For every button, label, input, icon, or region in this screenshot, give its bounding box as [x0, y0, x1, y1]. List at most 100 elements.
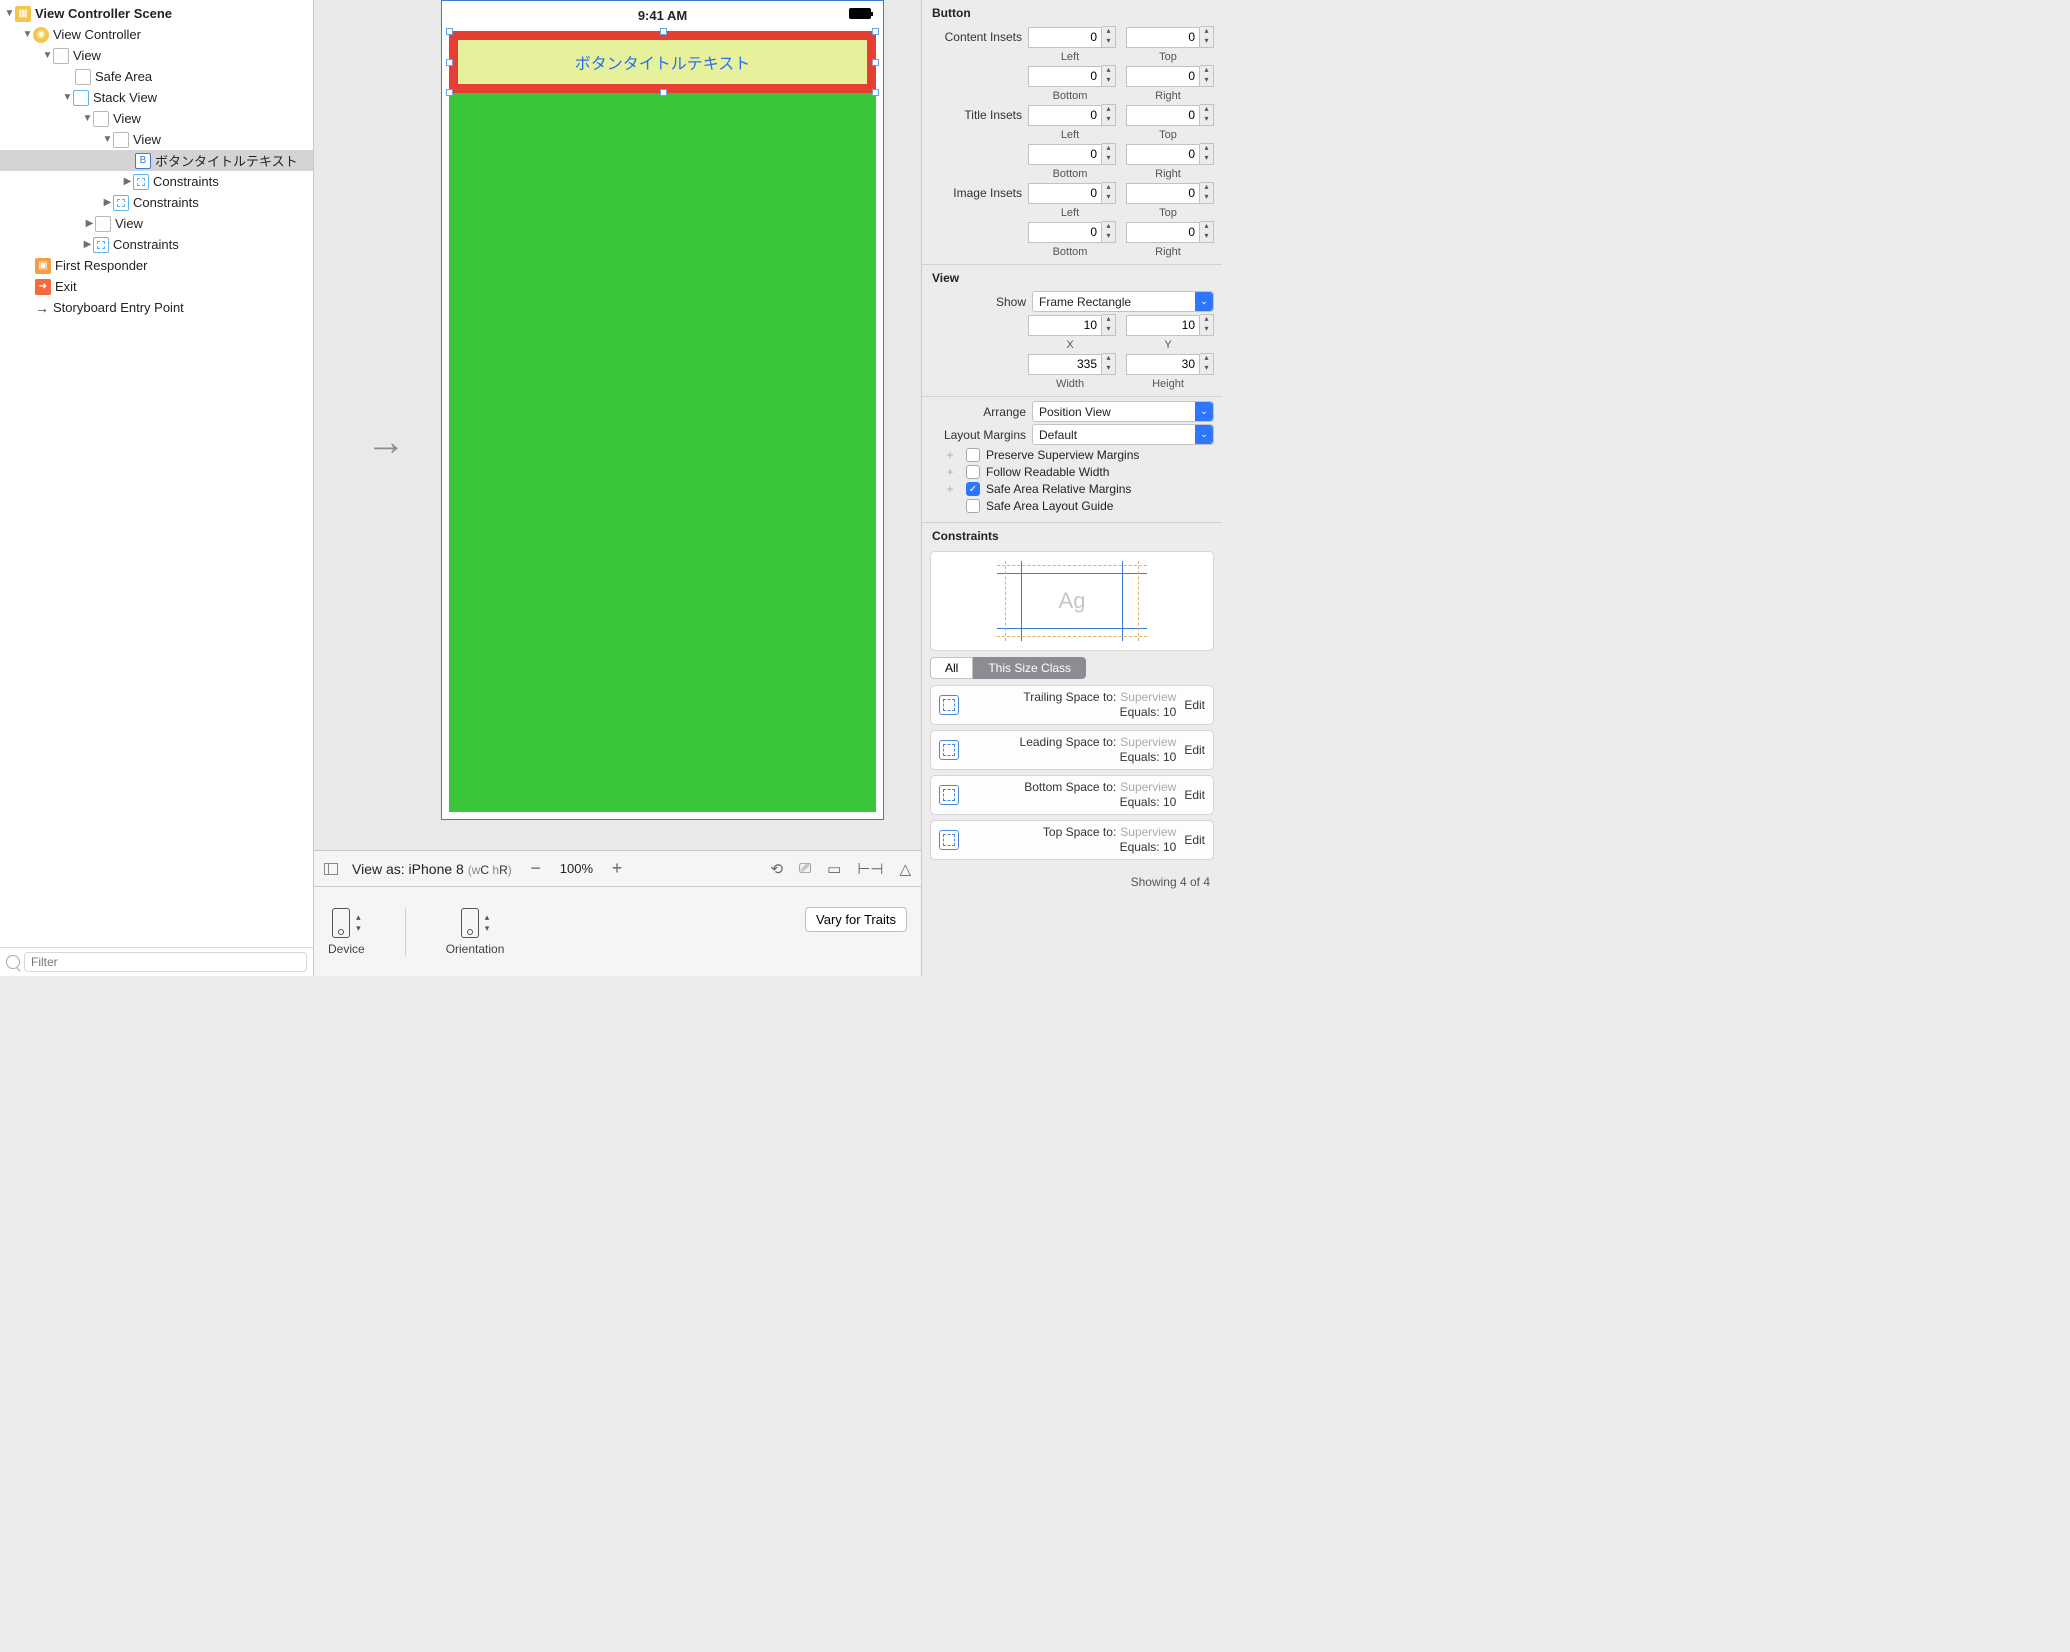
disclosure-icon[interactable]: ▼	[4, 8, 15, 19]
title-left-input[interactable]	[1028, 105, 1102, 126]
title-left-field[interactable]: ▴▾	[1028, 104, 1116, 126]
checkbox-readable[interactable]	[966, 465, 980, 479]
image-bottom-input[interactable]	[1028, 222, 1102, 243]
disclosure-icon[interactable]: ▶	[82, 239, 93, 250]
seg-this-class[interactable]: This Size Class	[973, 657, 1086, 679]
orientation-cell[interactable]: ▴▾ Orientation	[446, 908, 505, 956]
y-input[interactable]	[1126, 315, 1200, 336]
checkbox-safe-relative[interactable]: ✓	[966, 482, 980, 496]
tree-row-inner3[interactable]: ▶View	[0, 213, 313, 234]
tree-row-inner1[interactable]: ▼View	[0, 108, 313, 129]
resize-handle[interactable]	[660, 89, 667, 96]
resolve-icon[interactable]: △	[899, 860, 911, 878]
disclosure-icon[interactable]: ▼	[42, 50, 53, 61]
filter-input[interactable]	[24, 952, 307, 972]
resize-handle[interactable]	[660, 28, 667, 35]
content-bottom-field[interactable]: ▴▾	[1028, 65, 1116, 87]
tree-row-exit[interactable]: ➜Exit	[0, 276, 313, 297]
stepper-icon[interactable]: ▴▾	[1102, 353, 1116, 375]
disclosure-icon[interactable]: ▼	[82, 113, 93, 124]
zoom-in-button[interactable]: +	[607, 858, 627, 879]
device-frame[interactable]: 9:41 AM ボタンタイトルテキスト	[441, 0, 884, 820]
outline-toggle-icon[interactable]	[324, 863, 338, 875]
tree-row-stack[interactable]: ▼Stack View	[0, 87, 313, 108]
tree-row-inner2[interactable]: ▼View	[0, 129, 313, 150]
arrange-select[interactable]: Position View⌄	[1032, 401, 1214, 422]
x-input[interactable]	[1028, 315, 1102, 336]
image-top-field[interactable]: ▴▾	[1126, 182, 1214, 204]
constraint-edit-button[interactable]: Edit	[1184, 698, 1205, 712]
seg-all[interactable]: All	[930, 657, 973, 679]
image-left-field[interactable]: ▴▾	[1028, 182, 1116, 204]
width-field[interactable]: ▴▾	[1028, 353, 1116, 375]
constraint-row[interactable]: Leading Space to:SuperviewEquals: 10Edit	[930, 730, 1214, 770]
title-top-field[interactable]: ▴▾	[1126, 104, 1214, 126]
canvas-area[interactable]: → 9:41 AM ボタンタイトルテキスト	[314, 0, 921, 850]
disclosure-icon[interactable]: ▶	[102, 197, 113, 208]
tree-row-first[interactable]: ▣First Responder	[0, 255, 313, 276]
embed-icon[interactable]: ⎚	[799, 860, 811, 878]
image-bottom-field[interactable]: ▴▾	[1028, 221, 1116, 243]
resize-handle[interactable]	[446, 59, 453, 66]
stepper-icon[interactable]: ▴▾	[1200, 26, 1214, 48]
constraint-edit-button[interactable]: Edit	[1184, 788, 1205, 802]
stepper-icon[interactable]: ▴▾	[1102, 26, 1116, 48]
selected-button[interactable]: ボタンタイトルテキスト	[458, 40, 867, 84]
title-bottom-field[interactable]: ▴▾	[1028, 143, 1116, 165]
checkbox-preserve[interactable]	[966, 448, 980, 462]
tree-row-entry[interactable]: →Storyboard Entry Point	[0, 297, 313, 318]
content-top-input[interactable]	[1126, 27, 1200, 48]
constraint-edit-button[interactable]: Edit	[1184, 743, 1205, 757]
add-trait-icon[interactable]: +	[940, 448, 960, 462]
selected-view[interactable]: ボタンタイトルテキスト	[449, 31, 876, 111]
disclosure-icon[interactable]: ▶	[122, 176, 133, 187]
tree-row-safearea[interactable]: Safe Area	[0, 66, 313, 87]
tree-row-vc[interactable]: ▼◉View Controller	[0, 24, 313, 45]
content-right-field[interactable]: ▴▾	[1126, 65, 1214, 87]
stepper-icon[interactable]: ▴▾	[1200, 353, 1214, 375]
stepper-icon[interactable]: ▴▾	[356, 912, 361, 934]
disclosure-icon[interactable]: ▼	[22, 29, 33, 40]
stepper-icon[interactable]: ▴▾	[1102, 104, 1116, 126]
title-right-input[interactable]	[1126, 144, 1200, 165]
layout-margins-select[interactable]: Default⌄	[1032, 424, 1214, 445]
add-trait-icon[interactable]: +	[940, 482, 960, 496]
constraint-edit-button[interactable]: Edit	[1184, 833, 1205, 847]
tree-row-constraints2[interactable]: ▶Constraints	[0, 192, 313, 213]
align-icon[interactable]: ▭	[827, 860, 841, 878]
resize-handle[interactable]	[872, 89, 879, 96]
constraints-diagram[interactable]: Ag	[930, 551, 1214, 651]
constraint-row[interactable]: Trailing Space to:SuperviewEquals: 10Edi…	[930, 685, 1214, 725]
disclosure-icon[interactable]: ▼	[62, 92, 73, 103]
content-left-input[interactable]	[1028, 27, 1102, 48]
filter-icon[interactable]	[6, 955, 20, 969]
vary-for-traits-button[interactable]: Vary for Traits	[805, 907, 907, 932]
stepper-icon[interactable]: ▴▾	[1102, 182, 1116, 204]
resize-handle[interactable]	[446, 28, 453, 35]
device-cell[interactable]: ▴▾ Device	[328, 908, 406, 956]
resize-handle[interactable]	[446, 89, 453, 96]
tree-row-view[interactable]: ▼View	[0, 45, 313, 66]
image-left-input[interactable]	[1028, 183, 1102, 204]
view-as-label[interactable]: View as: iPhone 8 (wC hR)	[352, 861, 512, 877]
content-top-field[interactable]: ▴▾	[1126, 26, 1214, 48]
resize-handle[interactable]	[872, 28, 879, 35]
constraint-row[interactable]: Bottom Space to:SuperviewEquals: 10Edit	[930, 775, 1214, 815]
title-bottom-input[interactable]	[1028, 144, 1102, 165]
pin-icon[interactable]: ⊢⊣	[857, 860, 883, 878]
height-input[interactable]	[1126, 354, 1200, 375]
stepper-icon[interactable]: ▴▾	[1200, 314, 1214, 336]
disclosure-icon[interactable]: ▶	[84, 218, 95, 229]
resize-handle[interactable]	[872, 59, 879, 66]
stepper-icon[interactable]: ▴▾	[1102, 221, 1116, 243]
constraint-row[interactable]: Top Space to:SuperviewEquals: 10Edit	[930, 820, 1214, 860]
tree-row-button[interactable]: Bボタンタイトルテキスト	[0, 150, 313, 171]
title-top-input[interactable]	[1126, 105, 1200, 126]
stepper-icon[interactable]: ▴▾	[1102, 65, 1116, 87]
tree-row-constraints3[interactable]: ▶Constraints	[0, 234, 313, 255]
stepper-icon[interactable]: ▴▾	[485, 912, 490, 934]
stepper-icon[interactable]: ▴▾	[1200, 182, 1214, 204]
add-trait-icon[interactable]: +	[940, 465, 960, 479]
show-select[interactable]: Frame Rectangle⌄	[1032, 291, 1214, 312]
content-right-input[interactable]	[1126, 66, 1200, 87]
